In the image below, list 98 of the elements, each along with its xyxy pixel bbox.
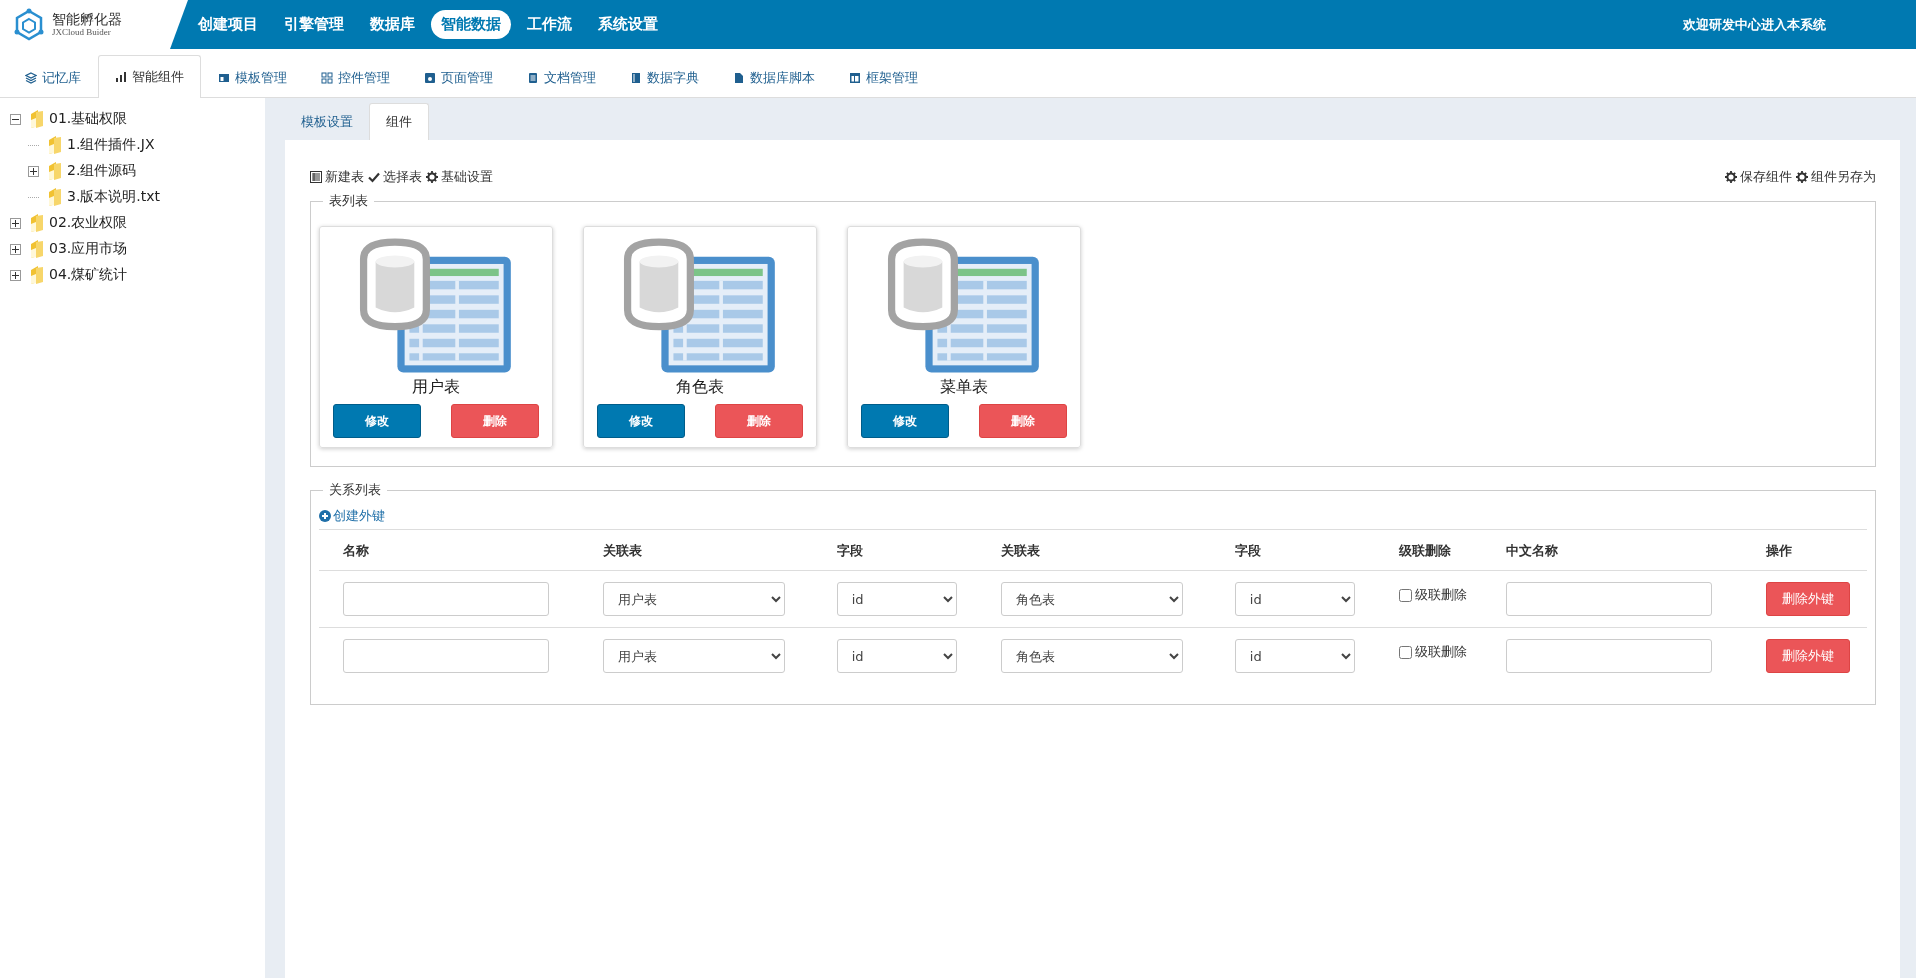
table-icon	[310, 171, 322, 183]
checkbox-label: 级联删除	[1415, 586, 1468, 604]
create-foreign-key-link[interactable]: 创建外键	[319, 507, 385, 525]
edit-button[interactable]: 修改	[333, 404, 421, 438]
welcome-text: 欢迎研发中心进入本系统	[1683, 15, 1826, 34]
group-legend: 关系列表	[323, 481, 387, 499]
toolbar-link[interactable]: 新建表	[310, 168, 364, 186]
sub-tab[interactable]: 组件	[369, 103, 429, 140]
document-icon	[527, 72, 539, 84]
field-select[interactable]: id	[1234, 639, 1355, 673]
nav-item[interactable]: 工作流	[517, 10, 582, 39]
template-icon	[218, 72, 230, 84]
field-select[interactable]: id	[1234, 582, 1355, 616]
table-select[interactable]: 角色表	[1001, 639, 1184, 673]
toolbar-link[interactable]: 组件另存为	[1796, 168, 1876, 186]
column-header: 关联表	[977, 529, 1211, 571]
folder-icon	[28, 265, 46, 285]
module-tab[interactable]: 控件管理	[304, 57, 407, 98]
window-icon	[424, 72, 436, 84]
cube-logo-icon	[12, 7, 46, 42]
nav-item[interactable]: 系统设置	[588, 10, 668, 39]
folder-icon	[28, 239, 46, 259]
folder-icon	[46, 161, 64, 181]
field-select[interactable]: id	[836, 639, 957, 673]
group-legend: 表列表	[323, 192, 374, 210]
column-header: 级联删除	[1375, 529, 1483, 571]
delete-button[interactable]: 删除	[979, 404, 1067, 438]
chinese-name-input[interactable]	[1506, 582, 1713, 616]
toggle-icon[interactable]	[10, 243, 21, 255]
table-select[interactable]: 用户表	[603, 639, 786, 673]
file-icon	[733, 72, 745, 84]
checkbox-label: 级联删除	[1415, 643, 1468, 661]
column-header: 关联表	[579, 529, 813, 571]
check-icon	[368, 171, 380, 183]
nav-item[interactable]: 数据库	[360, 10, 425, 39]
tree-item[interactable]: 02.农业权限	[49, 214, 128, 232]
module-tab[interactable]: 数据库脚本	[716, 57, 832, 98]
module-tab[interactable]: 页面管理	[407, 57, 510, 98]
folder-icon	[46, 135, 64, 155]
chinese-name-input[interactable]	[1506, 639, 1713, 673]
delete-button[interactable]: 删除	[451, 404, 539, 438]
grid-icon	[321, 72, 333, 84]
column-header: 字段	[1210, 529, 1376, 571]
table-name: 菜单表	[940, 377, 988, 398]
name-input[interactable]	[343, 582, 549, 616]
column-header: 操作	[1742, 529, 1867, 571]
book-icon	[630, 72, 642, 84]
column-header: 中文名称	[1482, 529, 1743, 571]
delete-foreign-key-button[interactable]: 删除外键	[1766, 582, 1851, 616]
module-tab[interactable]: 记忆库	[8, 57, 98, 98]
edit-button[interactable]: 修改	[597, 404, 685, 438]
table-name: 用户表	[412, 377, 460, 398]
delete-button[interactable]: 删除	[715, 404, 803, 438]
nav-item[interactable]: 引擎管理	[274, 10, 354, 39]
tree-item[interactable]: 03.应用市场	[49, 240, 128, 258]
toolbar-link[interactable]: 保存组件	[1725, 168, 1792, 186]
module-tab[interactable]: 数据字典	[613, 57, 716, 98]
sub-tab[interactable]: 模板设置	[285, 104, 369, 140]
module-tab[interactable]: 文档管理	[510, 57, 613, 98]
field-select[interactable]: id	[836, 582, 957, 616]
module-tab[interactable]: 智能组件	[98, 55, 201, 98]
tree-item[interactable]: 04.煤矿统计	[49, 266, 128, 284]
nav-item[interactable]: 创建项目	[188, 10, 268, 39]
toolbar-link[interactable]: 基础设置	[426, 168, 493, 186]
tree-item[interactable]: 01.基础权限	[49, 110, 128, 128]
module-tab[interactable]: 模板管理	[201, 57, 304, 98]
toggle-icon[interactable]	[28, 165, 39, 177]
delete-foreign-key-button[interactable]: 删除外键	[1766, 639, 1851, 673]
table-select[interactable]: 用户表	[603, 582, 786, 616]
logo-subtitle: JXCloud Buider	[52, 27, 112, 38]
name-input[interactable]	[343, 639, 549, 673]
cascade-checkbox[interactable]	[1399, 588, 1413, 602]
settings-icon	[1796, 171, 1808, 183]
layers-icon	[25, 72, 37, 84]
folder-icon	[46, 187, 64, 207]
folder-icon	[28, 109, 46, 129]
logo-title: 智能孵化器	[52, 11, 122, 28]
module-tab[interactable]: 框架管理	[832, 57, 935, 98]
toolbar-link[interactable]: 选择表	[368, 168, 422, 186]
toggle-icon[interactable]	[10, 217, 21, 229]
bar-chart-icon	[115, 71, 127, 83]
settings-icon	[426, 171, 438, 183]
tree-item[interactable]: 3.版本说明.txt	[67, 188, 161, 206]
table-name: 角色表	[676, 377, 724, 398]
settings-icon	[1725, 171, 1737, 183]
nav-item[interactable]: 智能数据	[431, 10, 511, 39]
column-header: 字段	[812, 529, 978, 571]
edit-button[interactable]: 修改	[861, 404, 949, 438]
tree-item[interactable]: 1.组件插件.JX	[67, 136, 155, 154]
tree-item[interactable]: 2.组件源码	[67, 162, 137, 180]
toggle-icon[interactable]	[10, 269, 21, 281]
table-select[interactable]: 角色表	[1001, 582, 1184, 616]
cascade-checkbox[interactable]	[1399, 645, 1413, 659]
plus-circle-icon	[319, 510, 331, 522]
column-header: 名称	[319, 529, 580, 571]
layout-icon	[849, 72, 861, 84]
folder-icon	[28, 213, 46, 233]
toggle-icon[interactable]	[10, 113, 21, 125]
